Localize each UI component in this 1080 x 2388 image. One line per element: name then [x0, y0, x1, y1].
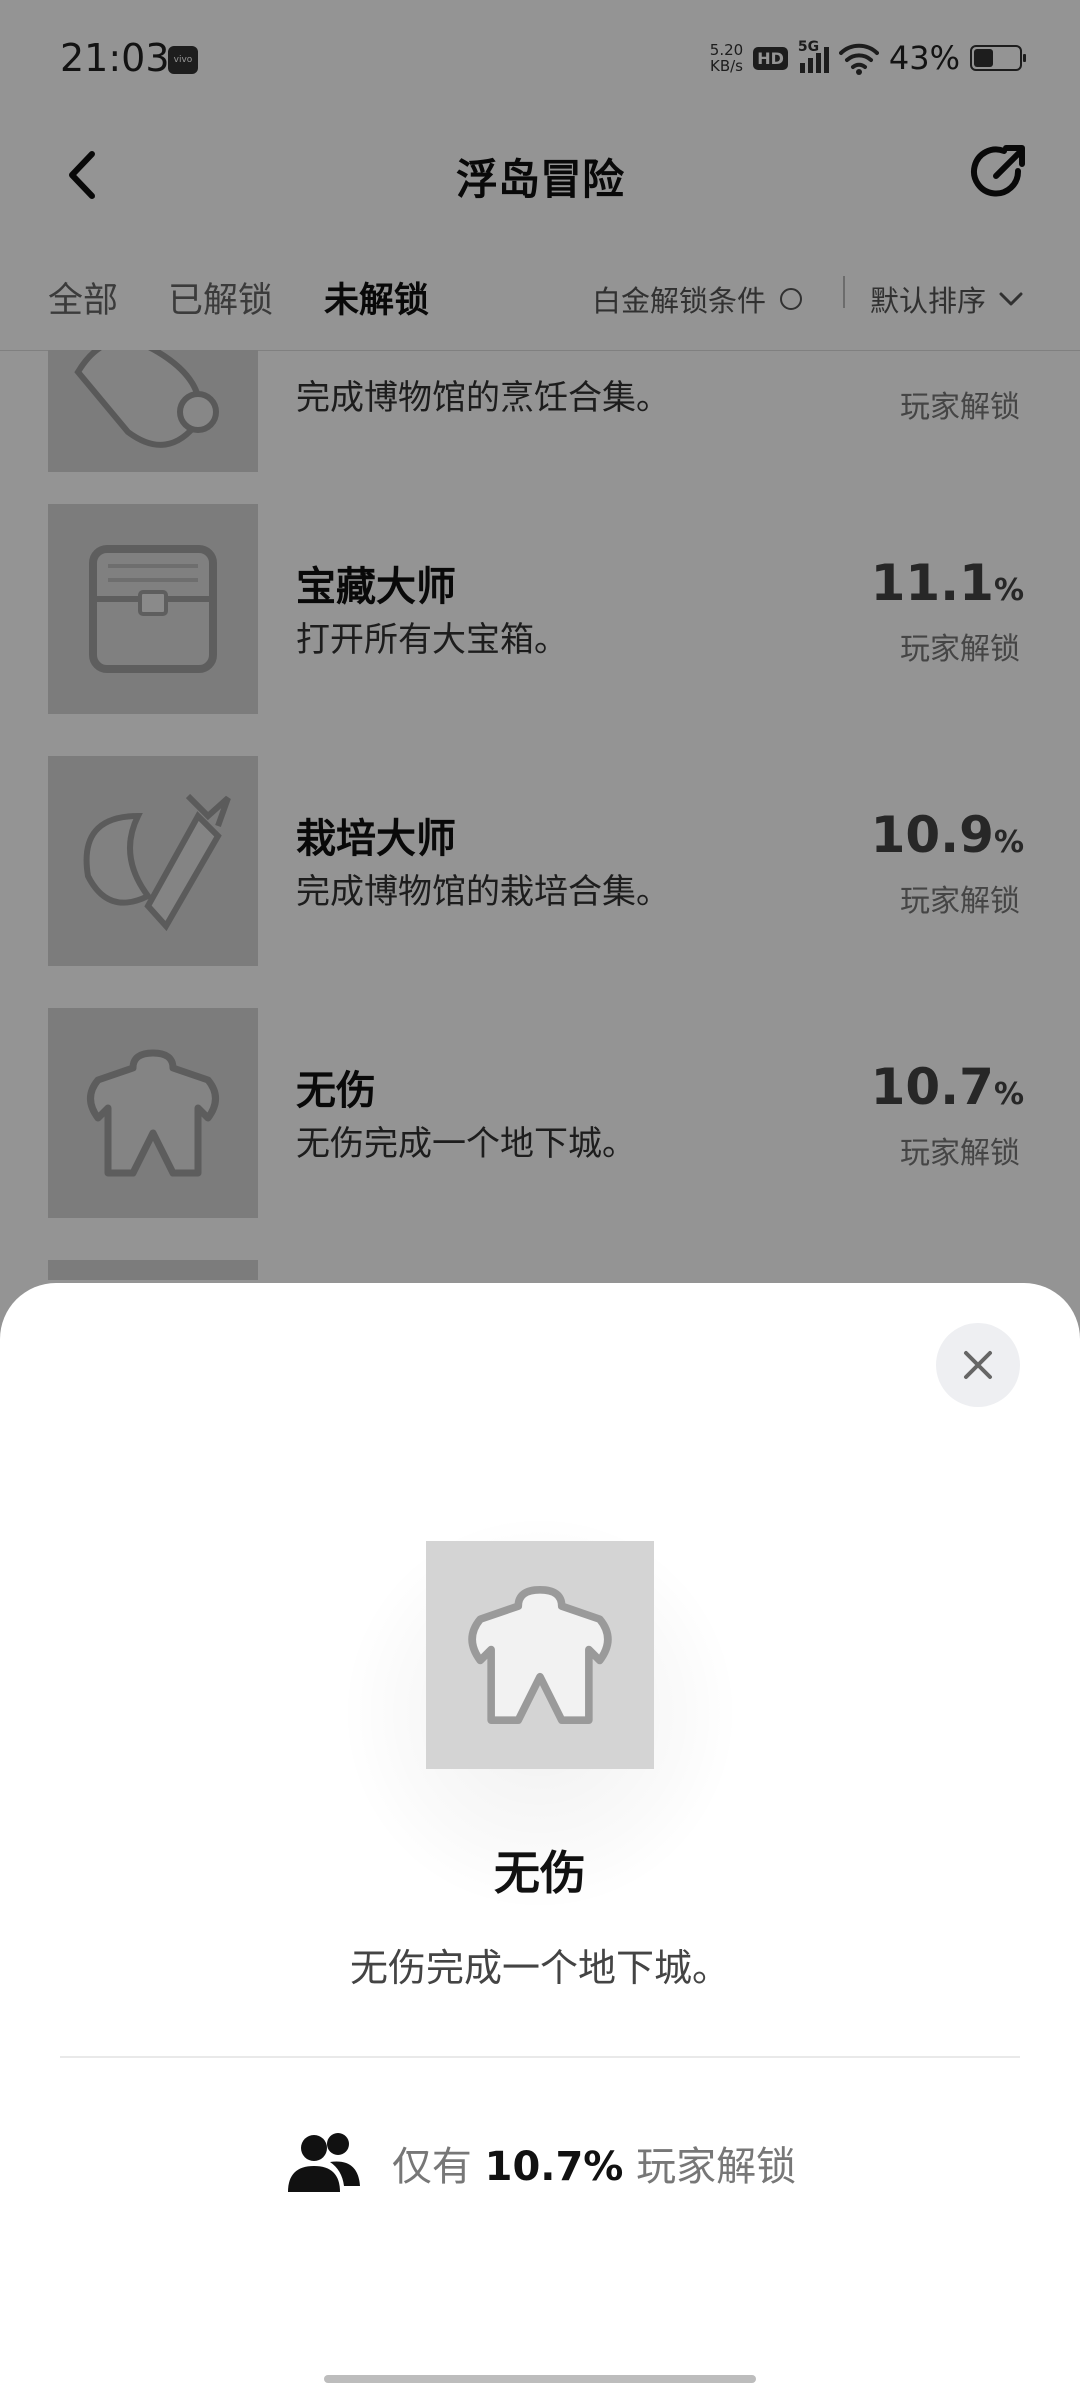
close-button[interactable]	[936, 1323, 1020, 1407]
stat-suffix: 玩家解锁	[636, 2144, 797, 2190]
achievement-detail-sheet: 无伤 无伤完成一个地下城。 仅有 10.7% 玩家解锁	[0, 1283, 1080, 2388]
achievement-description: 无伤完成一个地下城。	[349, 1946, 730, 1990]
stat-value: 10.7%	[484, 2144, 624, 2190]
armor-icon	[426, 1541, 654, 1769]
app-screen: 21:03 vivo 5.20 KB/s HD 5G 43% 浮岛冒险 全部 已…	[0, 0, 1080, 2388]
close-icon	[964, 1351, 992, 1379]
divider	[60, 2056, 1020, 2058]
stat-prefix: 仅有	[391, 2144, 472, 2190]
unlock-stat-text: 仅有 10.7% 玩家解锁	[392, 2134, 796, 2192]
home-indicator[interactable]	[324, 2375, 756, 2383]
unlock-stat: 仅有 10.7% 玩家解锁	[0, 2128, 1080, 2198]
achievement-title: 无伤	[494, 1846, 586, 1900]
people-icon	[287, 2133, 360, 2192]
